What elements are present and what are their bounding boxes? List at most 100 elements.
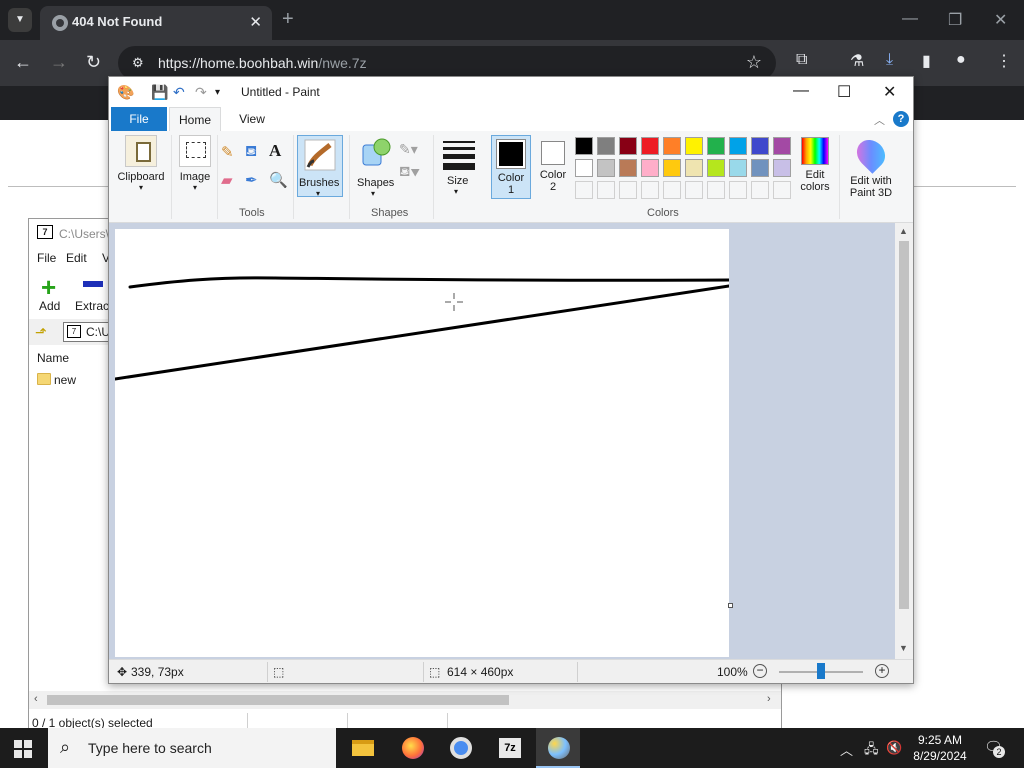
- text-tool-icon[interactable]: A: [269, 141, 281, 161]
- paint-close-icon[interactable]: ✕: [883, 82, 896, 102]
- edit-colors-button[interactable]: Edit colors: [797, 135, 833, 193]
- palette-swatch[interactable]: [773, 159, 791, 177]
- palette-swatch[interactable]: [751, 159, 769, 177]
- download-icon[interactable]: ⤓: [886, 51, 893, 69]
- side-panel-icon[interactable]: ▮: [922, 51, 931, 71]
- custom-color-slot[interactable]: [575, 181, 593, 199]
- profile-avatar-icon[interactable]: ●: [956, 51, 966, 69]
- column-header-name[interactable]: Name: [37, 351, 69, 365]
- menu-kebab-icon[interactable]: ⋮: [996, 51, 1012, 71]
- palette-swatch[interactable]: [597, 159, 615, 177]
- labs-flask-icon[interactable]: ⚗: [850, 51, 864, 71]
- scroll-thumb[interactable]: [899, 241, 909, 609]
- scroll-right-icon[interactable]: ›: [767, 693, 771, 705]
- extract-minus-icon[interactable]: [83, 281, 103, 287]
- fill-icon[interactable]: ⛾▾: [399, 163, 420, 182]
- scroll-down-icon[interactable]: ▼: [899, 643, 908, 653]
- palette-swatch[interactable]: [641, 159, 659, 177]
- tab-search-button[interactable]: ▼: [8, 8, 32, 32]
- address-bar[interactable]: ⚙ https://home.boohbah.win/nwe.7z ☆: [118, 46, 776, 80]
- edit-with-paint3d-button[interactable]: Edit with Paint 3D: [845, 134, 897, 199]
- palette-swatch[interactable]: [707, 137, 725, 155]
- paint-minimize-icon[interactable]: —: [793, 82, 809, 100]
- magnifier-icon[interactable]: 🔍: [269, 171, 288, 189]
- fill-bucket-icon[interactable]: ⛾: [245, 143, 257, 162]
- browser-tab[interactable]: 404 Not Found ✕: [40, 6, 272, 40]
- minimize-icon[interactable]: —: [902, 10, 918, 28]
- pencil-icon[interactable]: ✎: [221, 143, 234, 161]
- redo-icon[interactable]: ↷: [195, 84, 207, 101]
- palette-swatch[interactable]: [729, 137, 747, 155]
- palette-swatch[interactable]: [685, 159, 703, 177]
- scroll-thumb[interactable]: [47, 695, 509, 705]
- eraser-icon[interactable]: ▰: [221, 171, 233, 189]
- quick-access-dropdown-icon[interactable]: ▾: [215, 87, 220, 98]
- help-icon[interactable]: ?: [893, 111, 909, 127]
- shapes-icon[interactable]: [361, 137, 391, 167]
- drawing-canvas[interactable]: [113, 229, 731, 657]
- notifications-icon[interactable]: 🗨2: [984, 738, 1005, 758]
- taskbar-paint[interactable]: [536, 728, 580, 768]
- size-label[interactable]: Size: [447, 175, 468, 187]
- custom-color-slot[interactable]: [773, 181, 791, 199]
- up-folder-icon[interactable]: ⬏: [35, 324, 47, 341]
- menu-edit[interactable]: Edit: [66, 251, 87, 265]
- zoom-in-icon[interactable]: +: [875, 664, 889, 678]
- new-tab-button[interactable]: +: [282, 8, 294, 31]
- palette-swatch[interactable]: [575, 137, 593, 155]
- shapes-label[interactable]: Shapes: [357, 177, 394, 189]
- palette-swatch[interactable]: [663, 137, 681, 155]
- taskbar-chrome[interactable]: [438, 728, 482, 768]
- paint-maximize-icon[interactable]: ☐: [837, 82, 851, 102]
- palette-swatch[interactable]: [685, 137, 703, 155]
- horizontal-scrollbar[interactable]: ‹ ›: [29, 691, 781, 709]
- size-icon[interactable]: [443, 141, 475, 174]
- taskbar-search[interactable]: ⌕ Type here to search: [48, 728, 336, 768]
- show-hidden-icons-icon[interactable]: ︿: [840, 740, 853, 759]
- collapse-ribbon-icon[interactable]: ︿: [874, 112, 885, 128]
- bookmark-star-icon[interactable]: ☆: [746, 52, 762, 73]
- taskbar-file-explorer[interactable]: [340, 728, 384, 768]
- canvas-resize-handle[interactable]: [728, 603, 733, 608]
- add-button[interactable]: Add: [39, 299, 60, 313]
- network-icon[interactable]: 🖧: [864, 740, 879, 762]
- list-item[interactable]: new: [54, 373, 76, 387]
- custom-color-slot[interactable]: [597, 181, 615, 199]
- extract-button[interactable]: Extract: [75, 299, 112, 313]
- taskbar-firefox[interactable]: [390, 728, 434, 768]
- volume-muted-icon[interactable]: 🔇: [886, 740, 902, 756]
- forward-icon[interactable]: →: [50, 52, 68, 73]
- custom-color-slot[interactable]: [751, 181, 769, 199]
- palette-swatch[interactable]: [773, 137, 791, 155]
- site-info-icon[interactable]: ⚙: [132, 55, 148, 70]
- palette-swatch[interactable]: [619, 159, 637, 177]
- palette-swatch[interactable]: [575, 159, 593, 177]
- color2-button[interactable]: Color 2: [535, 135, 571, 199]
- custom-color-slot[interactable]: [729, 181, 747, 199]
- extensions-icon[interactable]: ⧉: [796, 51, 807, 69]
- undo-icon[interactable]: ↶: [173, 84, 185, 101]
- close-tab-icon[interactable]: ✕: [249, 13, 262, 31]
- close-window-icon[interactable]: ✕: [994, 10, 1007, 30]
- taskbar-7zip[interactable]: 7z: [488, 728, 532, 768]
- tab-home[interactable]: Home: [169, 107, 221, 131]
- restore-icon[interactable]: ❐: [948, 10, 962, 30]
- zoom-out-icon[interactable]: −: [753, 664, 767, 678]
- image-button[interactable]: Image ▾: [175, 135, 215, 192]
- tab-view[interactable]: View: [229, 107, 275, 131]
- system-clock[interactable]: 9:25 AM 8/29/2024: [912, 732, 968, 764]
- reload-icon[interactable]: ↻: [86, 52, 101, 73]
- color1-button[interactable]: Color 1: [491, 135, 531, 199]
- tab-file[interactable]: File: [111, 107, 167, 131]
- palette-swatch[interactable]: [597, 137, 615, 155]
- palette-swatch[interactable]: [619, 137, 637, 155]
- custom-color-slot[interactable]: [641, 181, 659, 199]
- scroll-up-icon[interactable]: ▲: [899, 226, 908, 236]
- zoom-slider-thumb[interactable]: [817, 663, 825, 679]
- vertical-scrollbar[interactable]: ▲ ▼: [895, 223, 913, 659]
- palette-swatch[interactable]: [751, 137, 769, 155]
- palette-swatch[interactable]: [729, 159, 747, 177]
- custom-color-slot[interactable]: [685, 181, 703, 199]
- palette-swatch[interactable]: [641, 137, 659, 155]
- custom-color-slot[interactable]: [619, 181, 637, 199]
